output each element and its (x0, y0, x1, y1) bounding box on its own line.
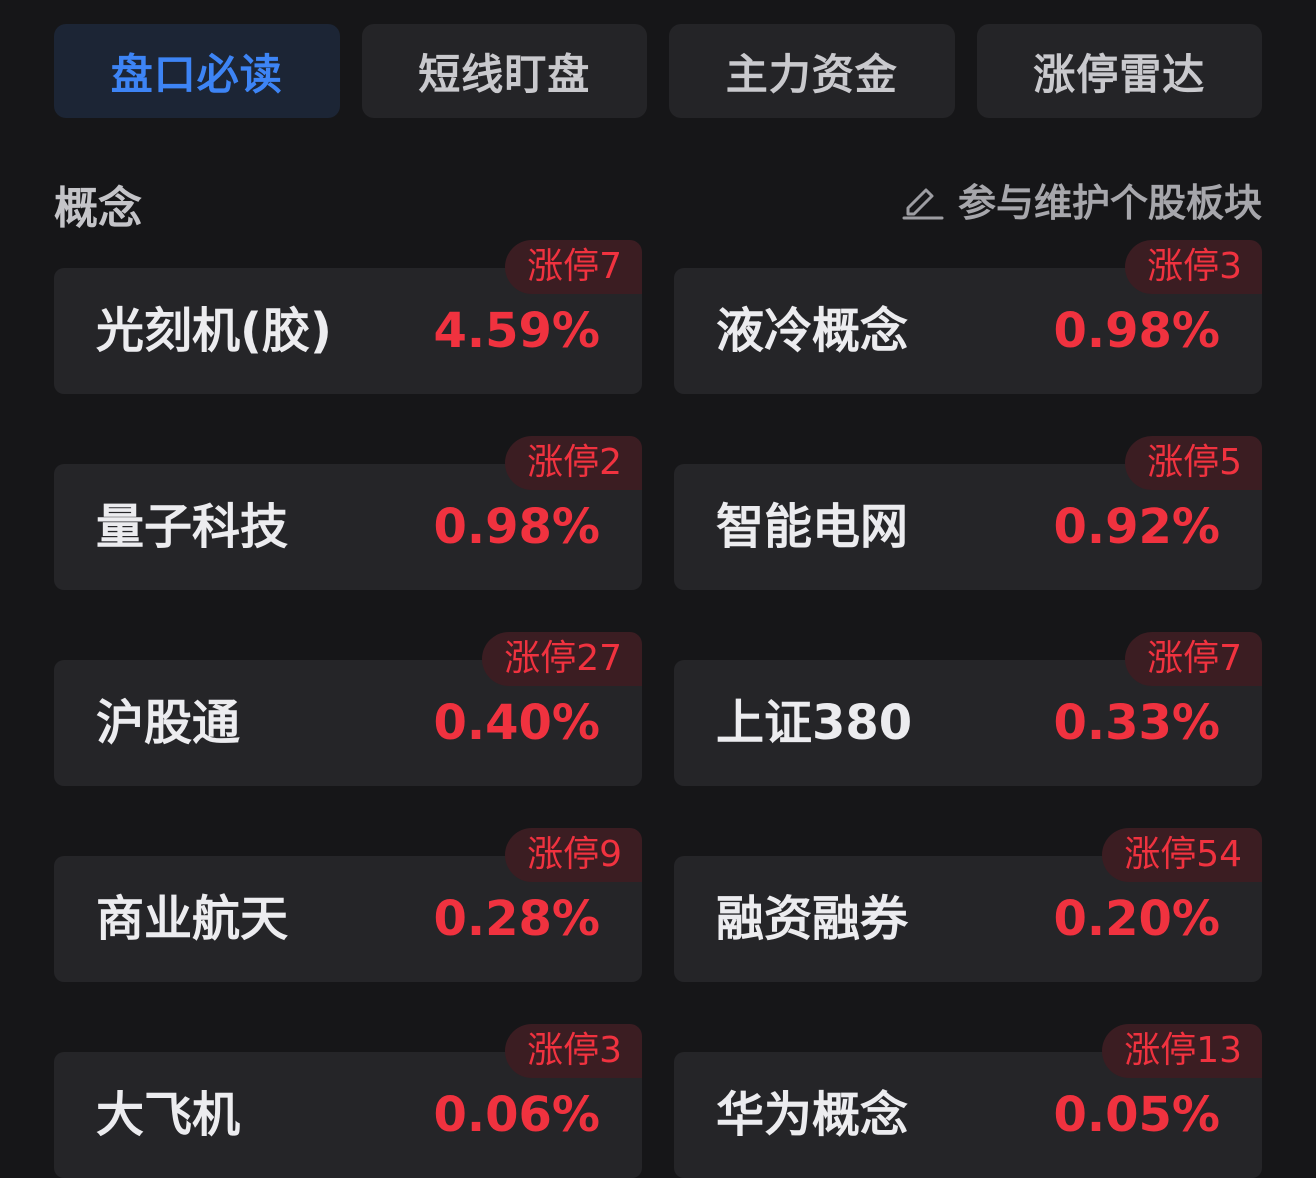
edit-pencil-icon (900, 178, 944, 222)
concept-card[interactable]: 量子科技 0.98% 涨停2 (54, 436, 642, 590)
concept-card[interactable]: 融资融券 0.20% 涨停54 (674, 828, 1262, 982)
concept-card[interactable]: 商业航天 0.28% 涨停9 (54, 828, 642, 982)
limit-up-badge: 涨停3 (505, 1024, 642, 1078)
tab-short-term-watch[interactable]: 短线盯盘 (361, 24, 647, 118)
concept-name: 商业航天 (96, 891, 289, 947)
concept-card[interactable]: 大飞机 0.06% 涨停3 (54, 1024, 642, 1178)
tab-bar: 盘口必读 短线盯盘 主力资金 涨停雷达 (54, 24, 1262, 118)
maintain-sectors-label: 参与维护个股板块 (957, 181, 1262, 225)
concept-name: 大飞机 (96, 1087, 241, 1143)
tab-main-funds[interactable]: 主力资金 (669, 24, 955, 118)
section-title: 概念 (54, 183, 142, 234)
concept-name: 智能电网 (716, 499, 909, 555)
limit-up-badge: 涨停3 (1125, 240, 1262, 294)
concept-card[interactable]: 上证380 0.33% 涨停7 (674, 632, 1262, 786)
concept-name: 量子科技 (96, 499, 289, 555)
limit-up-badge: 涨停5 (1125, 436, 1262, 490)
concept-name: 光刻机(胶) (96, 303, 332, 359)
concept-card[interactable]: 智能电网 0.92% 涨停5 (674, 436, 1262, 590)
tab-must-read[interactable]: 盘口必读 (54, 24, 340, 118)
concept-name: 融资融券 (716, 891, 909, 947)
limit-up-badge: 涨停13 (1102, 1024, 1262, 1078)
concept-name: 沪股通 (96, 695, 241, 751)
limit-up-badge: 涨停9 (505, 828, 642, 882)
concept-grid: 光刻机(胶) 4.59% 涨停7 液冷概念 0.98% 涨停3 量子科技 0.9… (54, 240, 1262, 1178)
limit-up-badge: 涨停54 (1102, 828, 1262, 882)
concept-name: 华为概念 (716, 1087, 909, 1143)
tab-limit-up-radar[interactable]: 涨停雷达 (976, 24, 1262, 118)
concept-name: 上证380 (716, 695, 913, 751)
limit-up-badge: 涨停7 (505, 240, 642, 294)
concept-card[interactable]: 华为概念 0.05% 涨停13 (674, 1024, 1262, 1178)
limit-up-badge: 涨停27 (482, 632, 642, 686)
maintain-sectors-link[interactable]: 参与维护个股板块 (900, 172, 1262, 227)
concept-card[interactable]: 液冷概念 0.98% 涨停3 (674, 240, 1262, 394)
concept-card[interactable]: 沪股通 0.40% 涨停27 (54, 632, 642, 786)
concept-card[interactable]: 光刻机(胶) 4.59% 涨停7 (54, 240, 642, 394)
limit-up-badge: 涨停7 (1125, 632, 1262, 686)
limit-up-badge: 涨停2 (505, 436, 642, 490)
concept-name: 液冷概念 (716, 303, 909, 359)
